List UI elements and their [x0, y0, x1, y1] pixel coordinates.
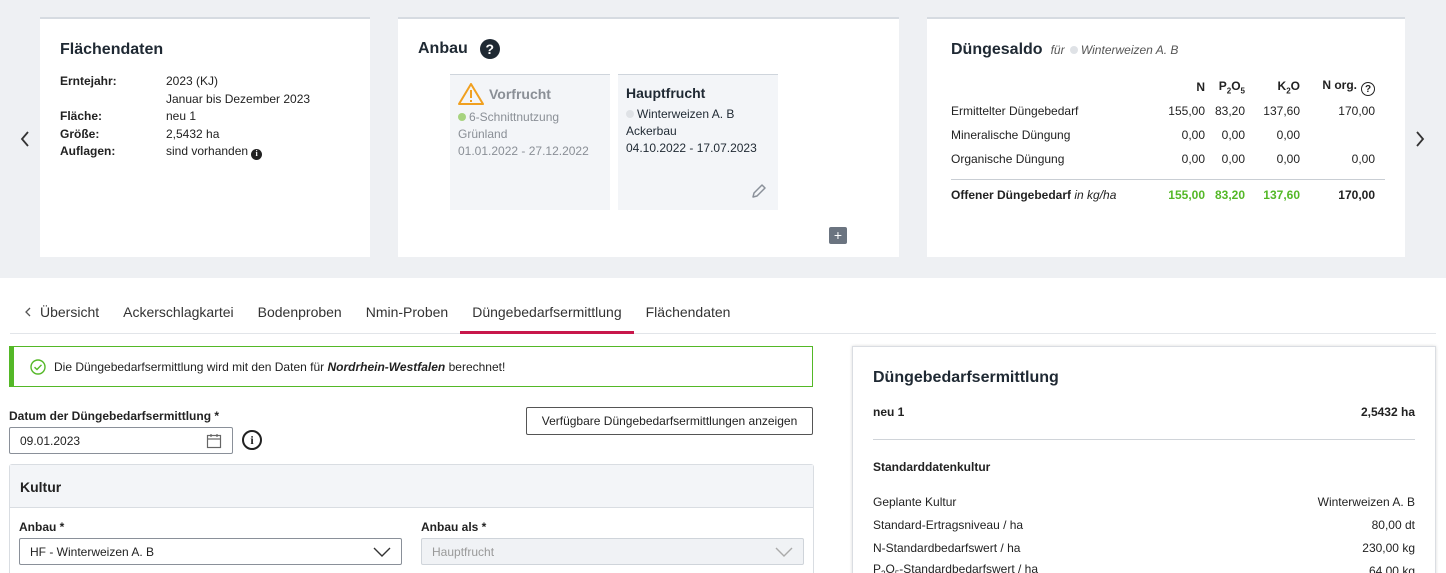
tab-bar: Übersicht Ackerschlagkartei Bodenproben …: [10, 290, 1436, 334]
calendar-icon[interactable]: [206, 433, 222, 449]
hauptfrucht-dates: 04.10.2022 - 17.07.2023: [626, 141, 757, 155]
col-p2o5: P2O5: [1218, 78, 1245, 96]
divider: [873, 439, 1415, 440]
chevron-down-icon: [373, 547, 391, 557]
chevron-down-icon: [775, 547, 793, 557]
warning-icon: [458, 83, 484, 105]
list-item: P2O5-Standardbedarfswert / ha64,00 kg: [873, 562, 1415, 573]
auflagen-label: Auflagen:: [60, 144, 116, 158]
duengesaldo-table: N P2O5 K2O N org.? Ermittelter Düngebeda…: [951, 75, 1385, 209]
flaechendaten-list: Erntejahr: 2023 (KJ) Januar bis Dezember…: [60, 73, 350, 160]
flaeche-label: Fläche:: [60, 109, 103, 123]
col-n: N: [1196, 80, 1205, 94]
check-circle-icon: [30, 358, 46, 375]
tab-flaechendaten[interactable]: Flächendaten: [634, 290, 743, 333]
summary-section-title: Standarddatenkultur: [873, 460, 991, 474]
summary-panel: Düngebedarfsermittlung neu 1 2,5432 ha S…: [852, 346, 1436, 573]
auflagen-value: sind vorhanden: [166, 144, 249, 158]
previous-arrow-icon[interactable]: [13, 124, 37, 154]
tab-ackerschlagkartei[interactable]: Ackerschlagkartei: [111, 290, 246, 333]
hauptfrucht-title: Hauptfrucht: [626, 85, 706, 101]
erntejahr-period: Januar bis Dezember 2023: [166, 91, 311, 106]
vorfrucht-crop: 6-Schnittnutzung: [469, 110, 560, 124]
list-item: Standard-Ertragsniveau / ha 80,00 dt: [873, 517, 1415, 532]
col-norg: N org.?: [1300, 78, 1375, 97]
help-icon[interactable]: ?: [479, 39, 500, 59]
erntejahr-label: Erntejahr:: [60, 74, 117, 88]
alert-text: Die Düngebedarfsermittlung wird mit den …: [54, 359, 506, 374]
table-row: Ermittelter Düngebedarf 155,00 83,20 137,60…: [951, 104, 1375, 118]
add-crop-button[interactable]: +: [829, 227, 847, 244]
anbau-als-label: Anbau als *: [421, 520, 487, 534]
auflagen-value-wrap: sind vorhanden i: [166, 143, 350, 160]
summary-size: 2,5432 ha: [1360, 405, 1415, 419]
hauptfrucht-crop: Winterweizen A. B: [637, 107, 735, 121]
date-value: 09.01.2023: [20, 433, 81, 448]
tab-uebersicht[interactable]: Übersicht: [10, 290, 111, 333]
flaechendaten-title: Flächendaten: [60, 41, 164, 58]
flaeche-value: neu 1: [166, 109, 197, 123]
anbau-select-value: HF - Winterweizen A. B: [30, 544, 155, 559]
col-k2o: K2O: [1277, 78, 1300, 96]
vorfrucht-title: Vorfrucht: [489, 85, 551, 102]
summary-field: neu 1: [873, 405, 905, 419]
next-arrow-icon[interactable]: [1408, 124, 1432, 154]
groesse-label: Größe:: [60, 126, 100, 141]
success-alert: Die Düngebedarfsermittlung wird mit den …: [9, 346, 813, 387]
hauptfrucht-box[interactable]: Hauptfrucht Winterweizen A. B Ackerbau 0…: [618, 74, 778, 210]
vorfrucht-type: Grünland: [458, 127, 508, 141]
tab-duengebedarfsermittlung[interactable]: Düngebedarfsermittlung: [460, 290, 635, 334]
tab-nmin-proben[interactable]: Nmin-Proben: [354, 290, 460, 333]
status-dot-icon: [1069, 46, 1078, 54]
chevron-left-icon: [25, 307, 31, 316]
vorfrucht-box[interactable]: Vorfrucht 6-Schnittnutzung Grünland 01.0…: [450, 74, 610, 210]
list-item: Geplante Kultur Winterweizen A. B: [873, 494, 1415, 509]
date-field[interactable]: 09.01.2023: [9, 427, 233, 454]
summary-title: Düngebedarfsermittlung: [873, 369, 1059, 386]
table-row: Organische Düngung 0,00 0,00 0,00 0,00: [951, 152, 1375, 166]
help-icon[interactable]: ?: [1361, 82, 1375, 97]
show-evaluations-button[interactable]: Verfügbare Düngebedarfsermittlungen anze…: [526, 407, 813, 435]
status-dot-icon: [626, 110, 634, 118]
anbau-select[interactable]: HF - Winterweizen A. B: [19, 538, 402, 565]
total-row: Offener Düngebedarf in kg/ha 155,00 83,20…: [951, 179, 1385, 209]
tab-bodenproben[interactable]: Bodenproben: [246, 290, 354, 333]
table-header: N P2O5 K2O N org.?: [951, 75, 1385, 99]
anbau-als-select: Hauptfrucht: [421, 538, 804, 565]
flaechendaten-card: Flächendaten Erntejahr: 2023 (KJ) Januar…: [40, 17, 370, 257]
kultur-title: Kultur: [10, 465, 813, 508]
kultur-panel: Kultur Anbau * HF - Winterweizen A. B An…: [9, 464, 814, 573]
anbau-label: Anbau *: [19, 520, 65, 534]
duengesaldo-card: Düngesaldo für Winterweizen A. B N P2O5 …: [927, 17, 1405, 257]
table-row: Mineralische Düngung 0,00 0,00 0,00: [951, 128, 1300, 142]
erntejahr-value: 2023 (KJ): [166, 74, 219, 88]
edit-pencil-icon[interactable]: [750, 182, 768, 200]
groesse-value: 2,5432 ha: [166, 126, 220, 141]
vorfrucht-dates: 01.01.2022 - 27.12.2022: [458, 144, 589, 158]
list-item: N-Standardbedarfswert / ha 230,00 kg: [873, 540, 1415, 555]
anbau-als-select-value: Hauptfrucht: [432, 544, 495, 559]
date-label: Datum der Düngebedarfsermittlung *: [9, 409, 220, 423]
hauptfrucht-type: Ackerbau: [626, 124, 677, 138]
anbau-card: Anbau ? Vorfrucht 6-Schnittnutzung Grünl…: [398, 17, 899, 257]
saldo-for-label: für Winterweizen A. B: [1050, 43, 1179, 57]
status-dot-icon: [458, 113, 466, 121]
anbau-title: Anbau: [418, 40, 468, 57]
info-icon[interactable]: i: [251, 148, 263, 160]
duengesaldo-title: Düngesaldo: [951, 41, 1043, 58]
info-icon[interactable]: i: [242, 430, 262, 450]
